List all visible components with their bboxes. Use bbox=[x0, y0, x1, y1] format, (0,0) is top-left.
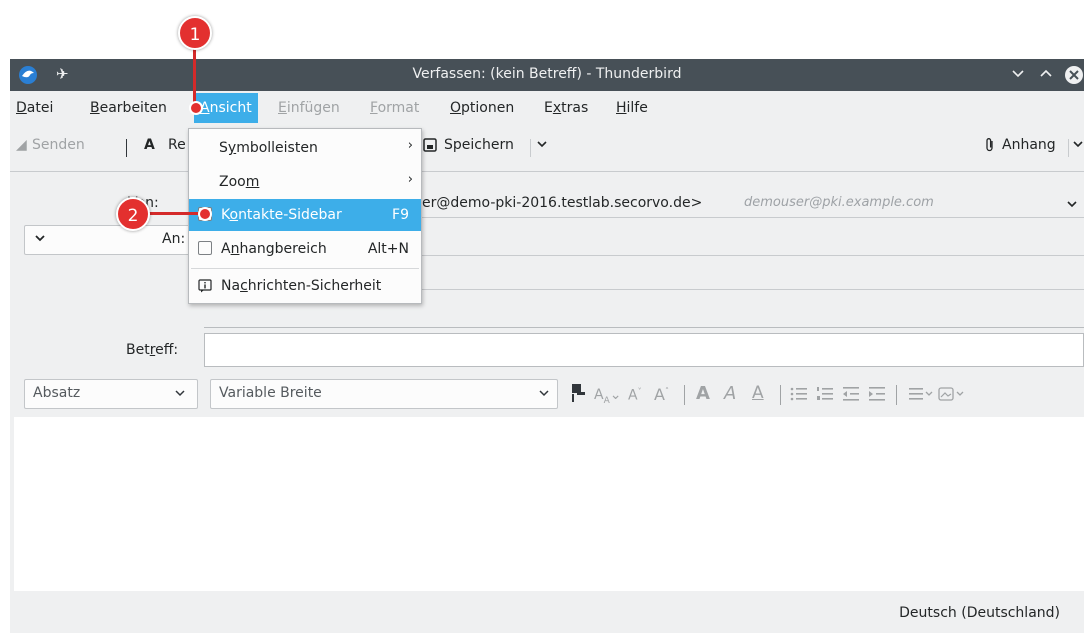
menu-item-label: Kontakte-Sidebar bbox=[221, 207, 342, 223]
format-separator bbox=[684, 385, 685, 405]
extra-recipient-line[interactable] bbox=[422, 289, 1084, 290]
menu-item-label: Symbolleisten bbox=[219, 140, 318, 156]
menu-item-anhangbereich[interactable]: Anhangbereich Alt+N bbox=[189, 233, 421, 265]
submenu-arrow-icon: › bbox=[407, 172, 413, 187]
paperclip-icon bbox=[984, 137, 996, 157]
font-size-icon[interactable]: AA⌄ bbox=[594, 387, 621, 406]
menu-item-symbolleisten[interactable]: Symbolleisten › bbox=[189, 132, 421, 164]
menu-item-label: Zoom bbox=[219, 174, 260, 190]
toolbar-separator bbox=[530, 139, 531, 157]
status-bar: Deutsch (Deutschland) bbox=[10, 599, 1084, 633]
menu-ansicht[interactable]: Ansicht bbox=[194, 93, 258, 123]
divider bbox=[10, 171, 1084, 172]
menu-item-label: Nachrichten-Sicherheit bbox=[221, 278, 382, 294]
window-title: Verfassen: (kein Betreff) - Thunderbird bbox=[412, 66, 682, 82]
save-button[interactable]: Speichern bbox=[444, 137, 514, 153]
menu-separator bbox=[191, 268, 419, 269]
from-alias: demouser@pki.example.com bbox=[744, 195, 934, 210]
italic-icon[interactable]: A bbox=[724, 383, 736, 404]
to-type-chevron-icon bbox=[34, 231, 46, 249]
attachment-pane-checkbox[interactable] bbox=[198, 241, 212, 255]
larger-text-icon[interactable]: A˄ bbox=[654, 385, 669, 404]
recipient-bottom-line bbox=[204, 327, 1084, 328]
maximize-icon[interactable] bbox=[1038, 63, 1054, 87]
compose-toolbar: ◢ Senden A Re Speichern Anhang bbox=[10, 127, 1084, 165]
menu-datei[interactable]: Datei bbox=[16, 100, 53, 116]
menu-einfuegen[interactable]: Einfügen bbox=[278, 100, 340, 116]
menu-hilfe[interactable]: Hilfe bbox=[616, 100, 648, 116]
to-label: An: bbox=[162, 231, 186, 247]
menu-item-shortcut: Alt+N bbox=[367, 241, 409, 257]
bullet-list-icon[interactable] bbox=[790, 386, 808, 406]
attach-button[interactable]: Anhang bbox=[1002, 137, 1056, 153]
close-icon[interactable] bbox=[1064, 65, 1084, 89]
security-info-icon bbox=[198, 279, 212, 297]
menu-item-shortcut: F9 bbox=[392, 207, 409, 223]
text-color-icon[interactable] bbox=[566, 382, 588, 408]
language-indicator[interactable]: Deutsch (Deutschland) bbox=[899, 605, 1060, 621]
menu-optionen[interactable]: Optionen bbox=[450, 100, 514, 116]
submenu-arrow-icon: › bbox=[407, 138, 413, 153]
subject-input[interactable] bbox=[204, 333, 1084, 367]
spellcheck-button[interactable]: Re bbox=[168, 137, 186, 153]
to-field-line[interactable] bbox=[422, 255, 1084, 256]
save-dropdown-chevron-icon[interactable] bbox=[536, 137, 548, 155]
menu-item-kontakte-sidebar[interactable]: Kontakte-Sidebar F9 bbox=[189, 199, 421, 231]
paragraph-chevron-icon bbox=[174, 386, 186, 404]
menu-item-label: Anhangbereich bbox=[221, 241, 327, 257]
menu-item-zoom[interactable]: Zoom › bbox=[189, 166, 421, 198]
ansicht-menu: Symbolleisten › Zoom › Kontakte-Sidebar … bbox=[188, 128, 422, 304]
menu-extras[interactable]: Extras bbox=[544, 100, 588, 116]
outdent-icon[interactable] bbox=[842, 386, 860, 406]
font-family-value: Variable Breite bbox=[219, 385, 322, 401]
font-family-select[interactable]: Variable Breite bbox=[210, 379, 558, 409]
minimize-icon[interactable] bbox=[1010, 63, 1026, 87]
annotation-dot-1 bbox=[189, 101, 203, 115]
menu-format[interactable]: Format bbox=[370, 100, 419, 116]
send-icon: ◢ bbox=[16, 137, 27, 153]
annotation-badge-1: 1 bbox=[178, 16, 212, 50]
indent-icon[interactable] bbox=[868, 386, 886, 406]
annotation-badge-2: 2 bbox=[116, 197, 150, 231]
insert-image-icon[interactable] bbox=[938, 386, 966, 406]
menu-bar: Datei Bearbeiten Ansicht Einfügen Format… bbox=[10, 91, 1084, 125]
menu-item-nachrichten-sicherheit[interactable]: Nachrichten-Sicherheit bbox=[189, 270, 421, 302]
paragraph-format-value: Absatz bbox=[33, 385, 81, 401]
paragraph-format-select[interactable]: Absatz bbox=[24, 379, 198, 409]
attach-dropdown-chevron-icon[interactable] bbox=[1072, 137, 1084, 155]
font-chevron-icon bbox=[538, 386, 550, 404]
bold-icon[interactable]: A bbox=[696, 383, 710, 404]
numbered-list-icon[interactable] bbox=[816, 386, 834, 406]
from-dropdown-chevron-icon[interactable] bbox=[1066, 197, 1078, 215]
toolbar-separator bbox=[1068, 139, 1069, 157]
subject-label: Betreff: bbox=[126, 342, 179, 358]
underline-icon[interactable]: A bbox=[752, 383, 764, 403]
annotation-dot-2 bbox=[198, 207, 212, 221]
toolbar-separator bbox=[126, 139, 127, 157]
align-icon[interactable] bbox=[908, 386, 934, 406]
format-separator bbox=[780, 385, 781, 405]
from-address[interactable]: er@demo-pki-2016.testlab.secorvo.de> bbox=[422, 195, 702, 211]
menu-bearbeiten[interactable]: Bearbeiten bbox=[90, 100, 167, 116]
message-body-editor[interactable] bbox=[14, 417, 1084, 591]
compose-window: ✈ Verfassen: (kein Betreff) - Thunderbir… bbox=[10, 59, 1084, 633]
spellcheck-icon[interactable]: A bbox=[144, 137, 155, 153]
format-separator bbox=[896, 385, 897, 405]
from-underline bbox=[422, 217, 1084, 218]
title-bar[interactable]: ✈ Verfassen: (kein Betreff) - Thunderbir… bbox=[10, 59, 1084, 91]
smaller-text-icon[interactable]: A˅ bbox=[628, 387, 642, 404]
send-button[interactable]: Senden bbox=[32, 137, 85, 153]
save-icon-glyph[interactable] bbox=[423, 138, 437, 156]
